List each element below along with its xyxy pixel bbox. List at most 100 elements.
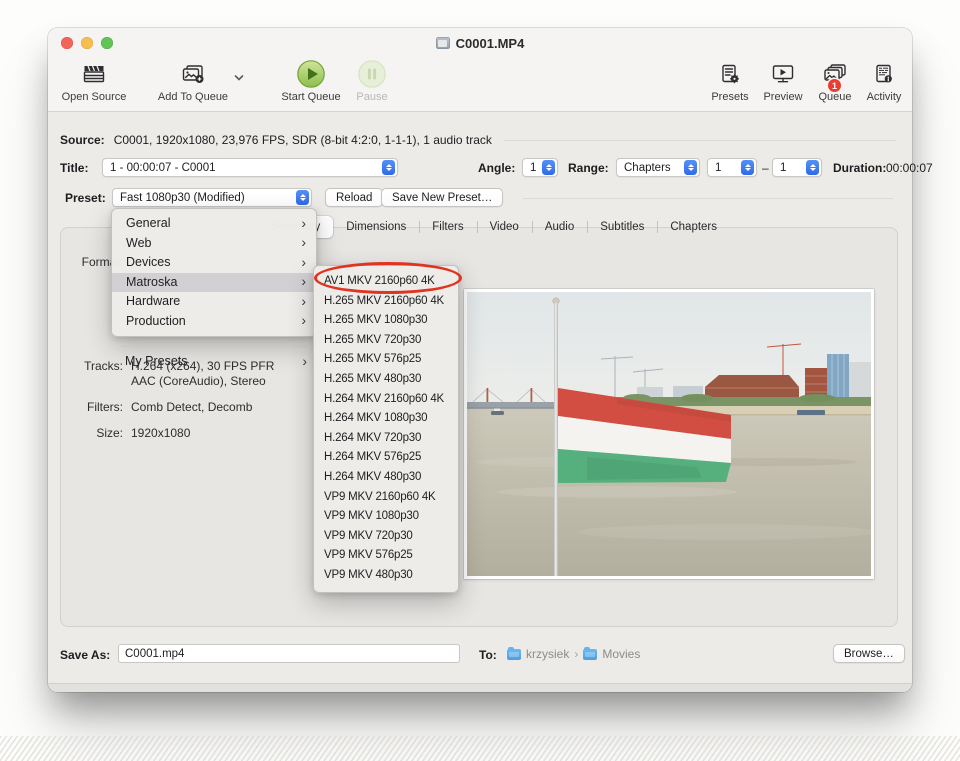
menu-item-label: Devices	[126, 253, 301, 273]
preset-select[interactable]: Fast 1080p30 (Modified)	[112, 188, 312, 207]
preset-submenu-item[interactable]: H.264 MKV 480p30	[314, 468, 458, 488]
preset-submenu-item[interactable]: H.264 MKV 576p25	[314, 448, 458, 468]
annotation-red-circle	[314, 262, 462, 294]
divider	[523, 198, 893, 199]
to-label: To:	[479, 648, 497, 662]
tab-label: Filters	[432, 221, 463, 233]
start-queue-button[interactable]: Start Queue	[273, 59, 349, 103]
submenu-chevron-icon	[301, 214, 306, 235]
pause-button[interactable]: Pause	[347, 59, 397, 103]
my-presets-item[interactable]: My Presets	[111, 352, 317, 372]
preset-category-item[interactable]: Devices	[112, 253, 316, 273]
settings-tab[interactable]: Subtitles	[587, 216, 657, 238]
submenu-item-label: VP9 MKV 576p25	[324, 549, 413, 561]
save-new-preset-button[interactable]: Save New Preset…	[381, 188, 503, 207]
preset-submenu-item[interactable]: H.265 MKV 720p30	[314, 331, 458, 351]
window-title-area: C0001.MP4	[48, 34, 912, 52]
menu-separator	[121, 346, 307, 347]
preset-select-value: Fast 1080p30 (Modified)	[120, 192, 292, 204]
range-to-select[interactable]: 1	[772, 158, 822, 177]
tracks-line2: AAC (CoreAudio), Stereo	[131, 374, 266, 388]
save-as-label: Save As:	[60, 648, 110, 662]
settings-tab[interactable]: Video	[477, 216, 532, 238]
stepper-icon	[741, 160, 754, 175]
submenu-item-label: H.265 MKV 576p25	[324, 353, 421, 365]
settings-tab[interactable]: Filters	[419, 216, 476, 238]
source-value: C0001, 1920x1080, 23,976 FPS, SDR (8-bit…	[114, 133, 492, 147]
save-as-input[interactable]	[118, 644, 460, 663]
preset-submenu-item[interactable]: VP9 MKV 720p30	[314, 527, 458, 547]
add-to-queue-button[interactable]: Add To Queue	[148, 59, 238, 103]
activity-log-icon	[873, 59, 895, 89]
preset-category-menu: General Web Devices Matroska Hardware	[111, 208, 317, 337]
settings-tab[interactable]: Audio	[532, 216, 587, 238]
range-dash: –	[762, 161, 769, 175]
presets-button[interactable]: Presets	[702, 59, 758, 103]
submenu-chevron-icon	[301, 253, 306, 274]
preset-submenu-item[interactable]: H.265 MKV 480p30	[314, 370, 458, 390]
menu-item-label: Hardware	[126, 292, 301, 312]
preview-photo	[467, 292, 871, 576]
settings-tab[interactable]: Dimensions	[333, 216, 419, 238]
preview-button[interactable]: Preview	[755, 59, 811, 103]
preset-submenu-item[interactable]: VP9 MKV 1080p30	[314, 507, 458, 527]
stepper-icon	[382, 160, 395, 175]
preset-submenu-item[interactable]: H.265 MKV 1080p30	[314, 311, 458, 331]
preset-submenu-item[interactable]: H.264 MKV 720p30	[314, 429, 458, 449]
activity-label: Activity	[867, 91, 902, 103]
title-label: Title:	[60, 161, 88, 175]
title-select-value: 1 - 00:00:07 - C0001	[110, 162, 378, 174]
titlebar-toolbar: C0001.MP4 Open Source	[48, 28, 912, 112]
movies-folder-icon	[583, 649, 597, 660]
preset-submenu-item[interactable]: VP9 MKV 480p30	[314, 566, 458, 586]
play-icon	[296, 59, 326, 89]
preset-label: Preset:	[65, 191, 106, 205]
submenu-item-label: H.264 MKV 1080p30	[324, 412, 427, 424]
preset-submenu-item[interactable]: H.264 MKV 1080p30	[314, 409, 458, 429]
submenu-item-label: H.265 MKV 2160p60 4K	[324, 295, 444, 307]
duration-label: Duration:	[833, 161, 886, 175]
submenu-item-label: H.264 MKV 480p30	[324, 471, 421, 483]
preset-submenu-item[interactable]: VP9 MKV 576p25	[314, 546, 458, 566]
activity-button[interactable]: Activity	[856, 59, 912, 103]
add-to-queue-label: Add To Queue	[158, 91, 228, 103]
preset-row: Preset: Fast 1080p30 (Modified) Reload S…	[48, 188, 912, 208]
chevron-down-icon[interactable]	[234, 69, 244, 87]
angle-label: Angle:	[478, 161, 515, 175]
submenu-chevron-icon	[301, 292, 306, 313]
submenu-chevron-icon	[301, 272, 306, 293]
preset-category-item[interactable]: Production	[112, 312, 316, 332]
queue-button[interactable]: 1 Queue	[807, 59, 863, 103]
preset-submenu-item[interactable]: H.265 MKV 576p25	[314, 350, 458, 370]
preset-category-item[interactable]: Web	[112, 234, 316, 254]
preset-category-item[interactable]: General	[112, 214, 316, 234]
destination-breadcrumb[interactable]: krzysiek Movies	[507, 646, 640, 662]
title-row: Title: 1 - 00:00:07 - C0001 Angle: 1 Ran…	[48, 158, 912, 178]
stepper-icon	[684, 160, 697, 175]
submenu-chevron-icon	[301, 311, 306, 332]
menu-item-label: Web	[126, 234, 301, 254]
open-source-button[interactable]: Open Source	[52, 59, 136, 103]
range-from-select[interactable]: 1	[707, 158, 757, 177]
preset-category-item[interactable]: Matroska	[112, 273, 316, 293]
angle-select[interactable]: 1	[522, 158, 558, 177]
preset-submenu-item[interactable]: VP9 MKV 2160p60 4K	[314, 488, 458, 508]
preset-category-item[interactable]: Hardware	[112, 292, 316, 312]
range-type-select[interactable]: Chapters	[616, 158, 700, 177]
settings-tab[interactable]: Chapters	[657, 216, 730, 238]
preview-frame	[464, 289, 874, 579]
queue-label: Queue	[818, 91, 851, 103]
tab-label: Chapters	[670, 221, 717, 233]
title-select[interactable]: 1 - 00:00:07 - C0001	[102, 158, 398, 177]
reload-button[interactable]: Reload	[325, 188, 383, 207]
browse-button[interactable]: Browse…	[833, 644, 905, 663]
preset-submenu-item[interactable]: H.264 MKV 2160p60 4K	[314, 390, 458, 410]
source-label: Source:	[60, 133, 105, 147]
photo-stack-icon: 1	[823, 59, 847, 89]
tab-label: Audio	[545, 221, 574, 233]
preset-submenu-item[interactable]: H.265 MKV 2160p60 4K	[314, 292, 458, 312]
submenu-item-label: H.264 MKV 720p30	[324, 432, 421, 444]
submenu-item-label: H.265 MKV 720p30	[324, 334, 421, 346]
duration-value: 00:00:07	[886, 161, 933, 175]
breadcrumb-chevron-icon	[574, 645, 578, 663]
